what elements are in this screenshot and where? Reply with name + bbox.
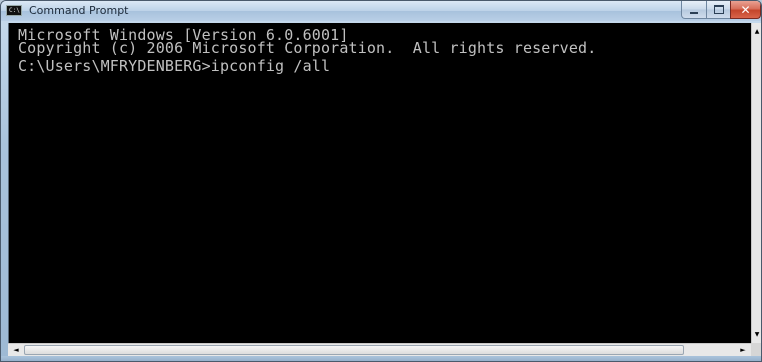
horizontal-scrollbar[interactable]: ◄ ► [8, 343, 751, 356]
scroll-right-icon[interactable]: ► [737, 344, 749, 356]
horizontal-scroll-thumb[interactable] [24, 345, 684, 355]
minimize-button[interactable] [681, 1, 707, 19]
title-bar[interactable]: C:\ Command Prompt ✕ [1, 1, 761, 21]
scrollbar-corner [751, 343, 761, 356]
vertical-scrollbar[interactable]: ▲ ▼ [751, 23, 761, 343]
console-line-copyright: Copyright (c) 2006 Microsoft Corporation… [18, 39, 597, 57]
console-line-command: C:\Users\MFRYDENBERG>ipconfig /all [18, 57, 331, 75]
minimize-icon [690, 11, 698, 14]
window-frame-bottom[interactable] [1, 356, 761, 361]
scroll-up-icon[interactable]: ▲ [752, 26, 761, 37]
close-icon: ✕ [740, 2, 751, 17]
console-output[interactable]: Microsoft Windows [Version 6.0.6001] Cop… [8, 23, 751, 343]
scroll-down-icon[interactable]: ▼ [752, 329, 761, 340]
maximize-icon [713, 5, 724, 14]
console-icon[interactable]: C:\ [6, 5, 22, 16]
maximize-button[interactable] [706, 1, 731, 19]
close-button[interactable]: ✕ [730, 1, 761, 19]
command-prompt-window: C:\ Command Prompt ✕ Microsoft Windows [… [0, 0, 762, 362]
console-icon-glyph: C:\ [9, 7, 20, 14]
window-title: Command Prompt [29, 4, 129, 17]
scroll-left-icon[interactable]: ◄ [10, 344, 22, 356]
